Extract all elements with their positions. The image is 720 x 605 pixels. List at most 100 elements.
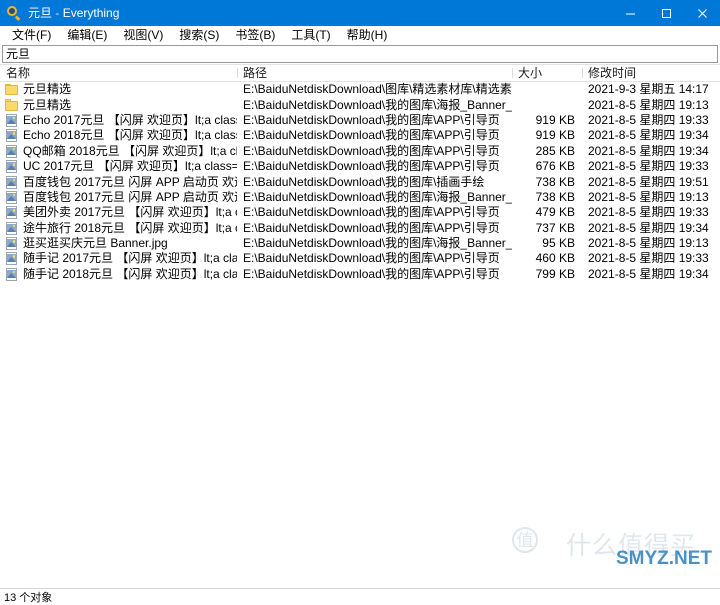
cell-name: 逛买逛买庆元旦 Banner.jpg — [0, 236, 237, 251]
cell-name: UC 2017元旦 【闪屏 欢迎页】lt;a class=quot;te.jpg — [0, 159, 237, 174]
image-file-icon — [5, 175, 18, 189]
image-file-icon — [5, 129, 18, 143]
file-name: UC 2017元旦 【闪屏 欢迎页】lt;a class=quot;te.jpg — [23, 159, 237, 174]
search-input[interactable]: 元旦 — [2, 45, 718, 63]
cell-name: 百度钱包 2017元旦 闪屏 APP 启动页 欢迎页 引导页 ... — [0, 175, 237, 190]
cell-date: 2021-8-5 星期四 19:33 — [588, 251, 709, 266]
cell-size: 799 KB — [535, 266, 575, 281]
cell-size: 737 KB — [535, 220, 575, 235]
folder-icon — [5, 83, 18, 96]
watermark-chinese: 什么值得买 — [565, 531, 696, 560]
cell-path: E:\BaiduNetdiskDownload\我的图库\海报_Banner_系… — [243, 236, 512, 251]
maximize-button[interactable] — [648, 0, 684, 26]
cell-size: 919 KB — [535, 112, 575, 127]
cell-name: QQ邮箱 2018元旦 【闪屏 欢迎页】lt;a class=quot;j... — [0, 144, 237, 159]
table-row[interactable]: 随手记 2017元旦 【闪屏 欢迎页】lt;a class=quot;j... E… — [0, 251, 720, 266]
file-name: 元旦精选 — [23, 97, 72, 112]
table-row[interactable]: Echo 2018元旦 【闪屏 欢迎页】lt;a class=quot.jpg E… — [0, 128, 720, 143]
menu-item-help[interactable]: 帮助(H) — [339, 27, 396, 45]
everything-window: 元旦 - Everything 文件(F) 编辑(E) 视图(V) 搜索(S) … — [0, 0, 720, 605]
minimize-button[interactable] — [612, 0, 648, 26]
menu-item-view[interactable]: 视图(V) — [115, 27, 171, 45]
table-row[interactable]: 随手记 2018元旦 【闪屏 欢迎页】lt;a class=quot;j... E… — [0, 267, 720, 282]
menu-item-bookmark[interactable]: 书签(B) — [227, 27, 283, 45]
column-header-path[interactable]: 路径 — [237, 65, 512, 81]
cell-date: 2021-8-5 星期四 19:34 — [588, 143, 709, 158]
file-name: QQ邮箱 2018元旦 【闪屏 欢迎页】lt;a class=quot;j... — [23, 143, 237, 158]
cell-date: 2021-8-5 星期四 19:33 — [588, 205, 709, 220]
file-name: 百度钱包 2017元旦 闪屏 APP 启动页 欢迎页 引导页 ... — [23, 189, 237, 204]
table-row[interactable]: QQ邮箱 2018元旦 【闪屏 欢迎页】lt;a class=quot;j...… — [0, 144, 720, 159]
cell-date: 2021-9-3 星期五 14:17 — [588, 82, 709, 97]
watermark-site: SMYZ.NET — [615, 548, 712, 569]
column-header-date[interactable]: 修改时间 — [582, 65, 720, 81]
cell-size: 95 KB — [542, 236, 575, 251]
cell-name: 随手记 2018元旦 【闪屏 欢迎页】lt;a class=quot;j... — [0, 267, 237, 282]
close-button[interactable] — [684, 0, 720, 26]
cell-path: E:\BaiduNetdiskDownload\我的图库\APP\引导页 — [243, 143, 500, 158]
cell-path: E:\BaiduNetdiskDownload\我的图库\APP\引导页 — [243, 112, 500, 127]
cell-date: 2021-8-5 星期四 19:34 — [588, 266, 709, 281]
cell-date: 2021-8-5 星期四 19:33 — [588, 112, 709, 127]
cell-path: E:\BaiduNetdiskDownload\我的图库\海报_Banner_系 — [243, 97, 512, 112]
file-name: Echo 2017元旦 【闪屏 欢迎页】lt;a class=quot.jpg — [23, 112, 237, 127]
cell-name: 百度钱包 2017元旦 闪屏 APP 启动页 欢迎页 引导页 ... — [0, 190, 237, 205]
cell-size: 919 KB — [535, 128, 575, 143]
status-bar: 13 个对象 — [0, 588, 720, 605]
image-file-icon — [5, 267, 18, 281]
cell-date: 2021-8-5 星期四 19:13 — [588, 236, 709, 251]
table-row[interactable]: 途牛旅行 2018元旦 【闪屏 欢迎页】lt;a class=quot;... E… — [0, 221, 720, 236]
table-row[interactable]: Echo 2017元旦 【闪屏 欢迎页】lt;a class=quot.jpg E… — [0, 113, 720, 128]
menu-item-search[interactable]: 搜索(S) — [171, 27, 227, 45]
cell-path: E:\BaiduNetdiskDownload\我的图库\APP\引导页 — [243, 220, 500, 235]
status-object-count: 13 个对象 — [4, 592, 53, 604]
cell-size: 738 KB — [535, 174, 575, 189]
cell-name: 途牛旅行 2018元旦 【闪屏 欢迎页】lt;a class=quot;... — [0, 221, 237, 236]
menu-item-edit[interactable]: 编辑(E) — [59, 27, 115, 45]
cell-path: E:\BaiduNetdiskDownload\图库\精选素材库\精选素材... — [243, 82, 512, 97]
table-row[interactable]: 百度钱包 2017元旦 闪屏 APP 启动页 欢迎页 引导页 ... E:\Bai… — [0, 174, 720, 189]
file-name: 百度钱包 2017元旦 闪屏 APP 启动页 欢迎页 引导页 ... — [23, 174, 237, 189]
window-title-query: 元旦 — [28, 6, 53, 20]
menu-item-file[interactable]: 文件(F) — [4, 27, 59, 45]
table-row[interactable]: 元旦精选 E:\BaiduNetdiskDownload\图库\精选素材库\精选素… — [0, 82, 720, 97]
cell-date: 2021-8-5 星期四 19:34 — [588, 220, 709, 235]
image-file-icon — [5, 160, 18, 174]
cell-name: 元旦精选 — [0, 98, 237, 113]
image-file-icon — [5, 113, 18, 127]
file-name: 随手记 2018元旦 【闪屏 欢迎页】lt;a class=quot;j... — [23, 266, 237, 281]
image-file-icon — [5, 252, 18, 266]
table-row[interactable]: 逛买逛买庆元旦 Banner.jpg E:\BaiduNetdiskDownloa… — [0, 236, 720, 251]
table-row[interactable]: UC 2017元旦 【闪屏 欢迎页】lt;a class=quot;te.jpg… — [0, 159, 720, 174]
image-file-icon — [5, 221, 18, 235]
cell-size: 479 KB — [535, 205, 575, 220]
window-title: 元旦 - Everything — [28, 0, 119, 26]
cell-path: E:\BaiduNetdiskDownload\我的图库\海报_Banner_系… — [243, 189, 512, 204]
table-row[interactable]: 百度钱包 2017元旦 闪屏 APP 启动页 欢迎页 引导页 ... E:\Bai… — [0, 190, 720, 205]
table-row[interactable]: 美团外卖 2017元旦 【闪屏 欢迎页】lt;a class=quot;... E… — [0, 205, 720, 220]
table-row[interactable]: 元旦精选 E:\BaiduNetdiskDownload\我的图库\海报_Bann… — [0, 97, 720, 112]
file-name: 元旦精选 — [23, 82, 72, 97]
search-bar: 元旦 — [0, 45, 720, 64]
title-bar: 元旦 - Everything — [0, 0, 720, 26]
results-rows: 元旦精选 E:\BaiduNetdiskDownload\图库\精选素材库\精选素… — [0, 82, 720, 282]
image-file-icon — [5, 190, 18, 204]
cell-path: E:\BaiduNetdiskDownload\我的图库\APP\引导页 — [243, 159, 500, 174]
window-title-separator: - — [52, 6, 63, 20]
cell-path: E:\BaiduNetdiskDownload\我的图库\APP\引导页 — [243, 266, 500, 281]
cell-name: Echo 2018元旦 【闪屏 欢迎页】lt;a class=quot.jpg — [0, 128, 237, 143]
watermark-badge: 值 — [512, 527, 538, 553]
cell-size: 738 KB — [535, 189, 575, 204]
cell-date: 2021-8-5 星期四 19:51 — [588, 174, 709, 189]
folder-icon — [5, 99, 18, 112]
cell-date: 2021-8-5 星期四 19:34 — [588, 128, 709, 143]
cell-name: 元旦精选 — [0, 82, 237, 97]
column-header-name[interactable]: 名称 — [0, 65, 237, 81]
column-header-size[interactable]: 大小 — [512, 65, 582, 81]
file-name: 美团外卖 2017元旦 【闪屏 欢迎页】lt;a class=quot;... — [23, 205, 237, 220]
window-title-app: Everything — [62, 6, 120, 20]
search-input-value: 元旦 — [6, 47, 31, 61]
cell-date: 2021-8-5 星期四 19:33 — [588, 159, 709, 174]
site-watermark: 值 什么值得买 SMYZ.NET — [512, 526, 712, 572]
menu-item-tools[interactable]: 工具(T) — [283, 27, 338, 45]
